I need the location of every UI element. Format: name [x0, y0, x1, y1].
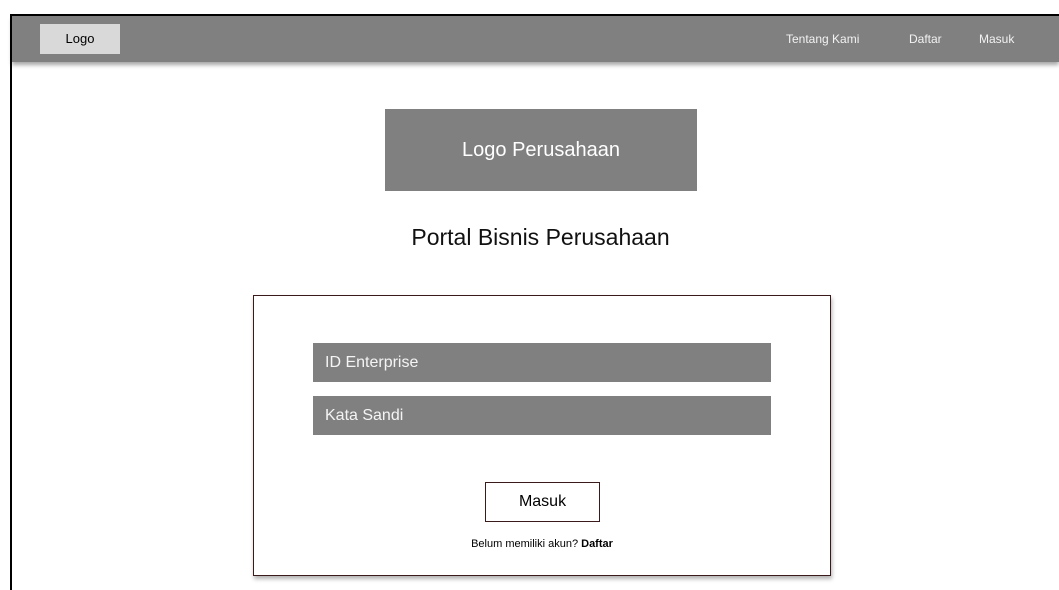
login-button[interactable]: Masuk [485, 482, 600, 522]
signup-prompt: Belum memiliki akun? Daftar [254, 538, 830, 550]
page-frame: Logo Tentang Kami Daftar Masuk Logo Peru… [10, 14, 1059, 590]
enterprise-id-input[interactable]: ID Enterprise [313, 343, 771, 382]
nav-link-masuk[interactable]: Masuk [979, 16, 1014, 62]
top-navbar: Logo Tentang Kami Daftar Masuk [12, 16, 1059, 62]
nav-logo[interactable]: Logo [40, 24, 120, 54]
password-input[interactable]: Kata Sandi [313, 396, 771, 435]
nav-link-tentang-kami[interactable]: Tentang Kami [786, 16, 859, 62]
signup-prompt-text: Belum memiliki akun? [471, 538, 579, 550]
signup-link[interactable]: Daftar [581, 538, 613, 550]
page-title: Portal Bisnis Perusahaan [411, 224, 670, 250]
login-card: ID Enterprise Kata Sandi Masuk Belum mem… [253, 295, 831, 576]
company-logo: Logo Perusahaan [385, 109, 697, 191]
nav-link-daftar[interactable]: Daftar [909, 16, 942, 62]
